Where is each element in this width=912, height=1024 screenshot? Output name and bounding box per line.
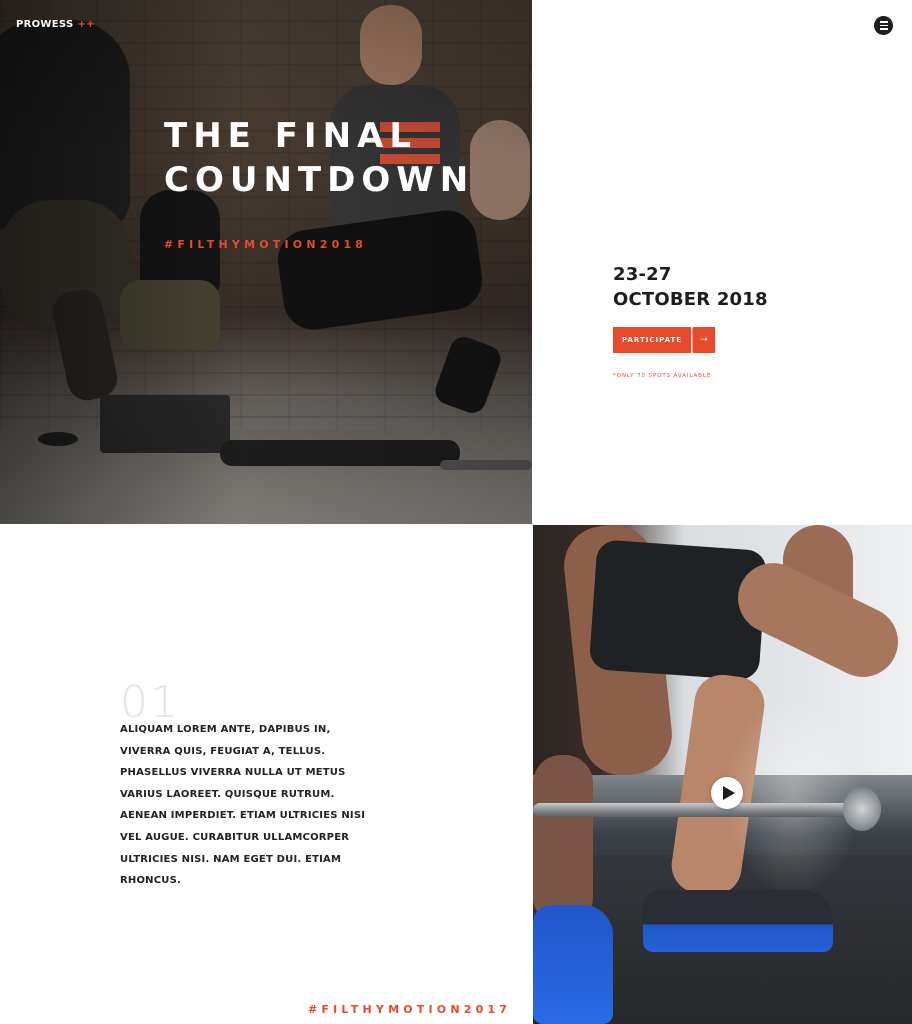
hero-hashtag: #FILTHYMOTION2018 (164, 238, 368, 251)
image-overlay (0, 0, 532, 524)
menu-line (879, 21, 888, 23)
event-date-days: 23-27 (613, 264, 672, 285)
hero-title-line-2: COUNTDOWN (164, 160, 475, 200)
footer-hashtag: #FILTHYMOTION2017 (308, 1003, 512, 1016)
brand-mark-icon: ++ (77, 19, 95, 30)
hamburger-menu-icon[interactable] (874, 16, 893, 35)
spots-available-note: *ONLY 70 SPOTS AVAILABLE (613, 373, 712, 379)
athlete-shoe (643, 890, 833, 952)
barbell (533, 803, 863, 817)
play-icon (722, 786, 735, 800)
hero-title: THE FINAL COUNTDOWN (164, 114, 494, 202)
menu-line (879, 28, 888, 30)
event-date-month: OCTOBER 2018 (613, 289, 768, 310)
participate-button-label: PARTICIPATE (613, 327, 691, 353)
barbell-end (843, 787, 881, 831)
site-logo[interactable]: PROWESS ++ (16, 19, 95, 30)
section-body-text: ALIQUAM LOREM ANTE, DAPIBUS IN, VIVERRA … (120, 724, 366, 887)
brand-name: PROWESS (16, 19, 74, 30)
hero-title-line-1: THE FINAL (164, 116, 418, 156)
arrow-right-icon: → (692, 327, 715, 353)
play-video-button[interactable] (711, 777, 743, 809)
video-thumbnail (533, 525, 912, 1024)
chalk-dust (723, 695, 863, 895)
event-date: 23-27 OCTOBER 2018 (613, 262, 768, 312)
menu-line (879, 24, 888, 27)
participate-button[interactable]: PARTICIPATE → (613, 327, 715, 353)
athlete-shoe (533, 905, 613, 1024)
athlete-leg (533, 755, 593, 925)
hero-image: PROWESS ++ THE FINAL COUNTDOWN #FILTHYMOT… (0, 0, 532, 524)
